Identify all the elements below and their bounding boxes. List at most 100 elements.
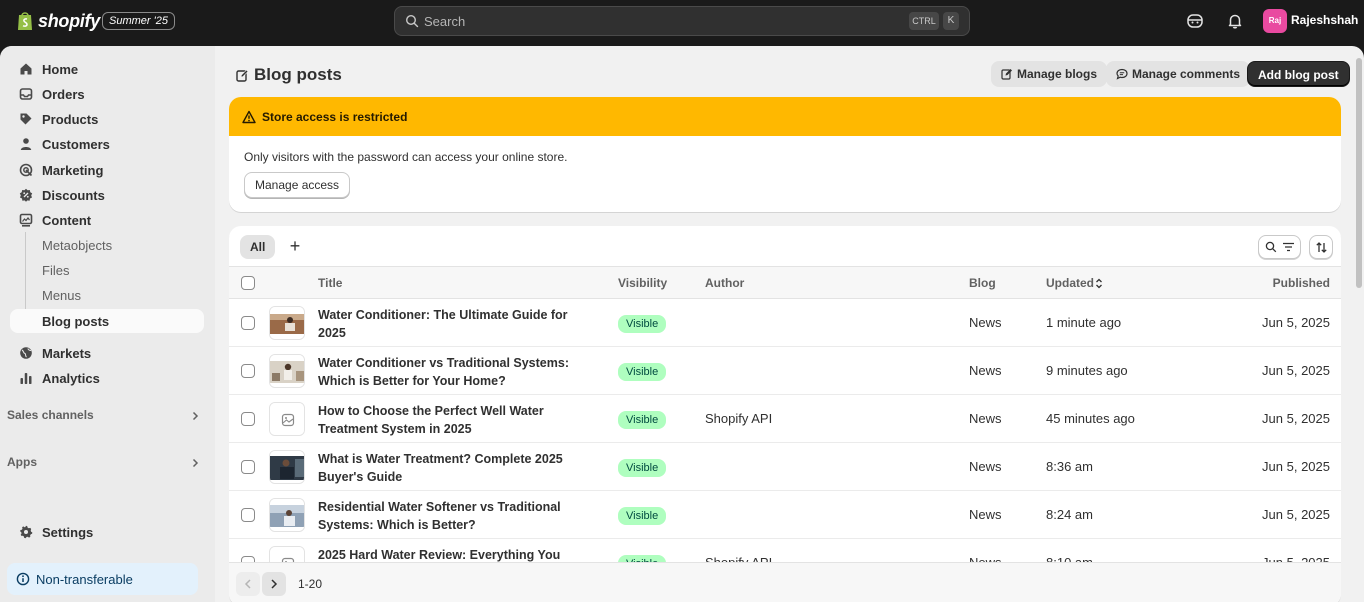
sidebar-item-label: Menus [42,288,82,303]
edit-icon [236,69,249,82]
table-row[interactable]: Water Conditioner vs Traditional Systems… [229,347,1341,395]
sidebar-item-analytics[interactable]: Analytics [10,366,204,390]
sidebar-item-blog-posts[interactable]: Blog posts [10,309,204,333]
blog-posts-card: All + Title Visibility Author Blog Updat… [229,226,1341,602]
image-placeholder-icon [270,403,304,435]
column-author[interactable]: Author [705,276,744,290]
select-all-checkbox[interactable] [241,276,255,290]
post-published: Jun 5, 2025 [1262,411,1330,426]
search-filter-button[interactable] [1258,235,1301,259]
chevron-right-icon [271,579,278,589]
row-checkbox[interactable] [241,460,255,474]
table-row[interactable]: How to Choose the Perfect Well Water Tre… [229,395,1341,443]
post-published: Jun 5, 2025 [1262,507,1330,522]
post-updated: 8:24 am [1046,507,1093,522]
sidebar-item-orders[interactable]: Orders [10,82,204,106]
column-title[interactable]: Title [318,276,342,290]
row-checkbox[interactable] [241,316,255,330]
sidebar-item-label: Marketing [42,163,104,178]
search-bar[interactable]: Search CTRL K [394,6,970,36]
post-title[interactable]: What is Water Treatment? Complete 2025 B… [318,450,588,486]
table-row[interactable]: Water Conditioner: The Ultimate Guide fo… [229,299,1341,347]
page-title: Blog posts [254,65,342,84]
post-thumbnail [269,354,305,388]
previous-page-button[interactable] [236,572,260,596]
sidebar-item-customers[interactable]: Customers [10,132,204,156]
column-published[interactable]: Published [1273,276,1330,290]
post-author: Shopify API [705,411,773,426]
search-placeholder: Search [424,14,466,29]
sidebar-item-label: Products [42,112,99,127]
table-row[interactable]: Residential Water Softener vs Traditiona… [229,491,1341,539]
tab-all[interactable]: All [240,235,276,259]
page-range: 1-20 [298,577,323,591]
post-updated: 9 minutes ago [1046,363,1128,378]
bell-icon[interactable] [1226,12,1244,30]
table-row[interactable]: What is Water Treatment? Complete 2025 B… [229,443,1341,491]
status-badge: Visible [618,315,667,333]
column-visibility[interactable]: Visibility [618,276,667,290]
column-blog[interactable]: Blog [969,276,996,290]
sidebar-item-products[interactable]: Products [10,107,204,131]
edition-badge[interactable]: Summer '25 [102,12,175,30]
post-blog: News [969,363,1002,378]
shopify-logo[interactable]: shopify [16,10,100,32]
sidebar-item-metaobjects[interactable]: Metaobjects [10,233,204,257]
warning-icon [242,110,256,124]
post-thumbnail [269,402,305,436]
sidebar-item-home[interactable]: Home [10,57,204,81]
row-checkbox[interactable] [241,364,255,378]
banner-body: Only visitors with the password can acce… [229,136,1341,198]
top-bar: shopify Summer '25 Search CTRL K Raj Raj… [0,0,1364,44]
sidebar-item-label: Discounts [42,188,105,203]
sort-updown-icon[interactable] [1095,278,1103,289]
next-page-button[interactable] [262,572,286,596]
sales-channels-section[interactable]: Sales channels [7,406,205,426]
post-title[interactable]: How to Choose the Perfect Well Water Tre… [318,402,588,438]
post-blog: News [969,507,1002,522]
sidebar-item-discounts[interactable]: Discounts [10,183,204,207]
row-checkbox[interactable] [241,508,255,522]
row-checkbox[interactable] [241,412,255,426]
column-updated[interactable]: Updated [1046,276,1094,290]
add-blog-post-button[interactable]: Add blog post [1247,61,1350,87]
pagination: 1-20 [229,562,1341,602]
chevron-right-icon [192,458,199,468]
store-restricted-banner: Store access is restricted Only visitors… [229,97,1341,212]
person-icon [20,138,32,150]
sidebar-item-label: Metaobjects [42,238,113,253]
post-title[interactable]: Water Conditioner: The Ultimate Guide fo… [318,306,588,342]
add-view-button[interactable]: + [287,236,303,256]
assistant-icon[interactable] [1186,12,1204,30]
non-transferable-notice[interactable]: Non-transferable [7,563,198,595]
tag-icon [20,113,32,125]
banner-title: Store access is restricted [262,110,408,124]
post-published: Jun 5, 2025 [1262,363,1330,378]
sort-button[interactable] [1309,235,1333,259]
target-icon [19,163,33,177]
username[interactable]: Rajeshshah [1291,13,1358,27]
shopify-bag-icon [18,12,32,30]
sidebar-item-content[interactable]: Content [10,208,204,232]
post-thumbnail [269,450,305,484]
status-badge: Visible [618,411,667,429]
table-body: Water Conditioner: The Ultimate Guide fo… [229,299,1341,587]
banner-message: Only visitors with the password can acce… [244,150,568,164]
post-title[interactable]: Residential Water Softener vs Traditiona… [318,498,588,534]
manage-blogs-button[interactable]: Manage blogs [991,61,1108,87]
manage-comments-button[interactable]: Manage comments [1106,61,1251,87]
sidebar-item-markets[interactable]: Markets [10,341,204,365]
apps-section[interactable]: Apps [7,453,205,473]
sidebar: Home Orders Products Customers Marketing… [0,46,215,602]
sidebar-item-files[interactable]: Files [10,258,204,282]
sidebar-item-marketing[interactable]: Marketing [10,158,204,182]
scrollbar[interactable] [1356,58,1362,288]
sidebar-item-settings[interactable]: Settings [10,520,204,544]
manage-access-button[interactable]: Manage access [244,172,351,198]
sidebar-item-label: Content [42,213,92,228]
post-title[interactable]: Water Conditioner vs Traditional Systems… [318,354,588,390]
chart-icon [20,373,32,384]
avatar[interactable]: Raj [1263,9,1287,33]
info-icon [16,572,30,586]
sidebar-item-menus[interactable]: Menus [10,283,204,307]
